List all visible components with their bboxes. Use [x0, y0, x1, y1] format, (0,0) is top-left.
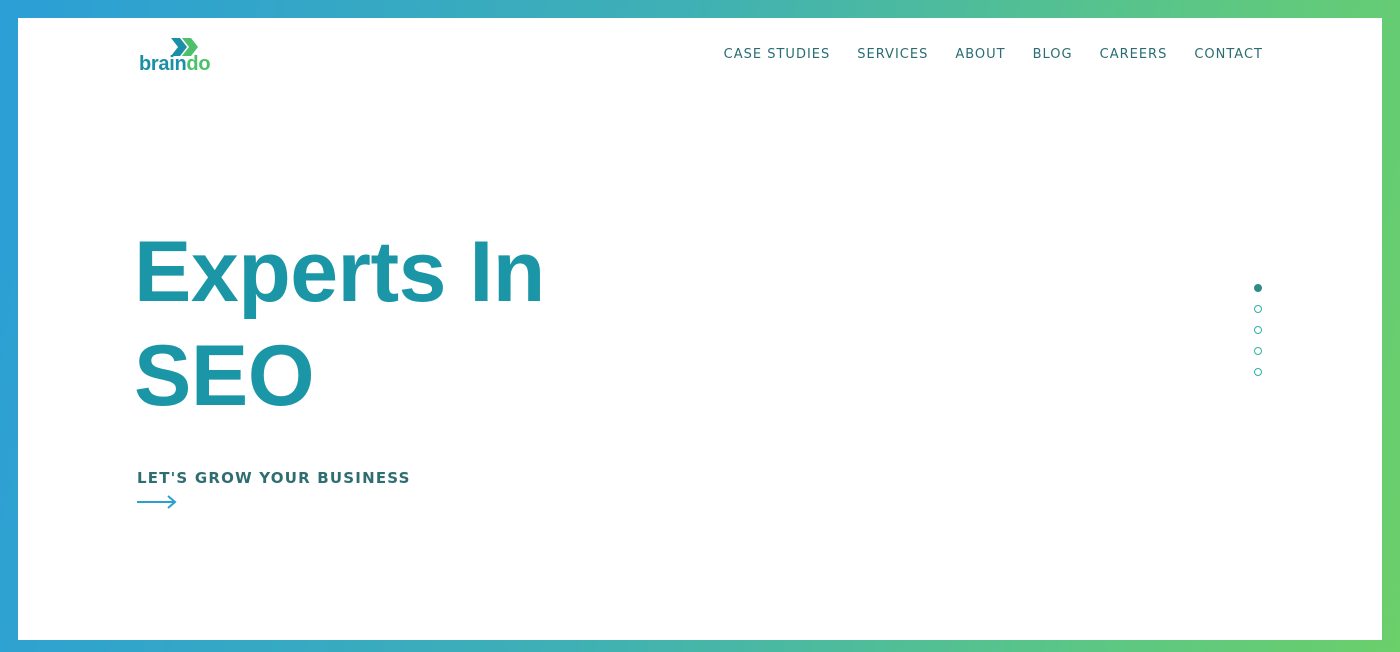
cta-label: LET'S GROW YOUR BUSINESS: [137, 469, 411, 487]
grow-business-link[interactable]: LET'S GROW YOUR BUSINESS: [137, 469, 411, 509]
arrow-right-icon: [137, 495, 177, 509]
nav-link-services[interactable]: SERVICES: [857, 47, 928, 62]
page-frame: braindo CASE STUDIES SERVICES ABOUT BLOG…: [18, 18, 1382, 640]
nav-item-contact: CONTACT: [1194, 45, 1263, 63]
brand-logo[interactable]: braindo: [139, 38, 229, 78]
slider-dot-5[interactable]: [1254, 368, 1262, 376]
hero-title-line-2: SEO: [134, 328, 315, 424]
slider-dot-4[interactable]: [1254, 347, 1262, 355]
slider-dot-2[interactable]: [1254, 305, 1262, 313]
nav-link-case-studies[interactable]: CASE STUDIES: [724, 47, 831, 62]
logo-text-do: do: [186, 53, 211, 75]
logo-text-brain: brain: [139, 53, 187, 75]
nav-item-services: SERVICES: [857, 45, 928, 63]
nav-link-blog[interactable]: BLOG: [1033, 47, 1073, 62]
nav-item-about: ABOUT: [955, 45, 1005, 63]
nav-item-careers: CAREERS: [1100, 45, 1168, 63]
nav-link-careers[interactable]: CAREERS: [1100, 47, 1168, 62]
slider-pagination: [1254, 284, 1262, 376]
main-nav: CASE STUDIES SERVICES ABOUT BLOG CAREERS…: [724, 45, 1263, 63]
hero-title-line-1: Experts In: [134, 224, 545, 320]
logo-wordmark: braindo: [139, 53, 211, 75]
nav-link-contact[interactable]: CONTACT: [1194, 47, 1263, 62]
nav-item-blog: BLOG: [1033, 45, 1073, 63]
nav-link-about[interactable]: ABOUT: [955, 47, 1005, 62]
slider-dot-3[interactable]: [1254, 326, 1262, 334]
slider-dot-1[interactable]: [1254, 284, 1262, 292]
hero-title: Experts In SEO: [134, 220, 545, 428]
nav-item-case-studies: CASE STUDIES: [724, 45, 831, 63]
